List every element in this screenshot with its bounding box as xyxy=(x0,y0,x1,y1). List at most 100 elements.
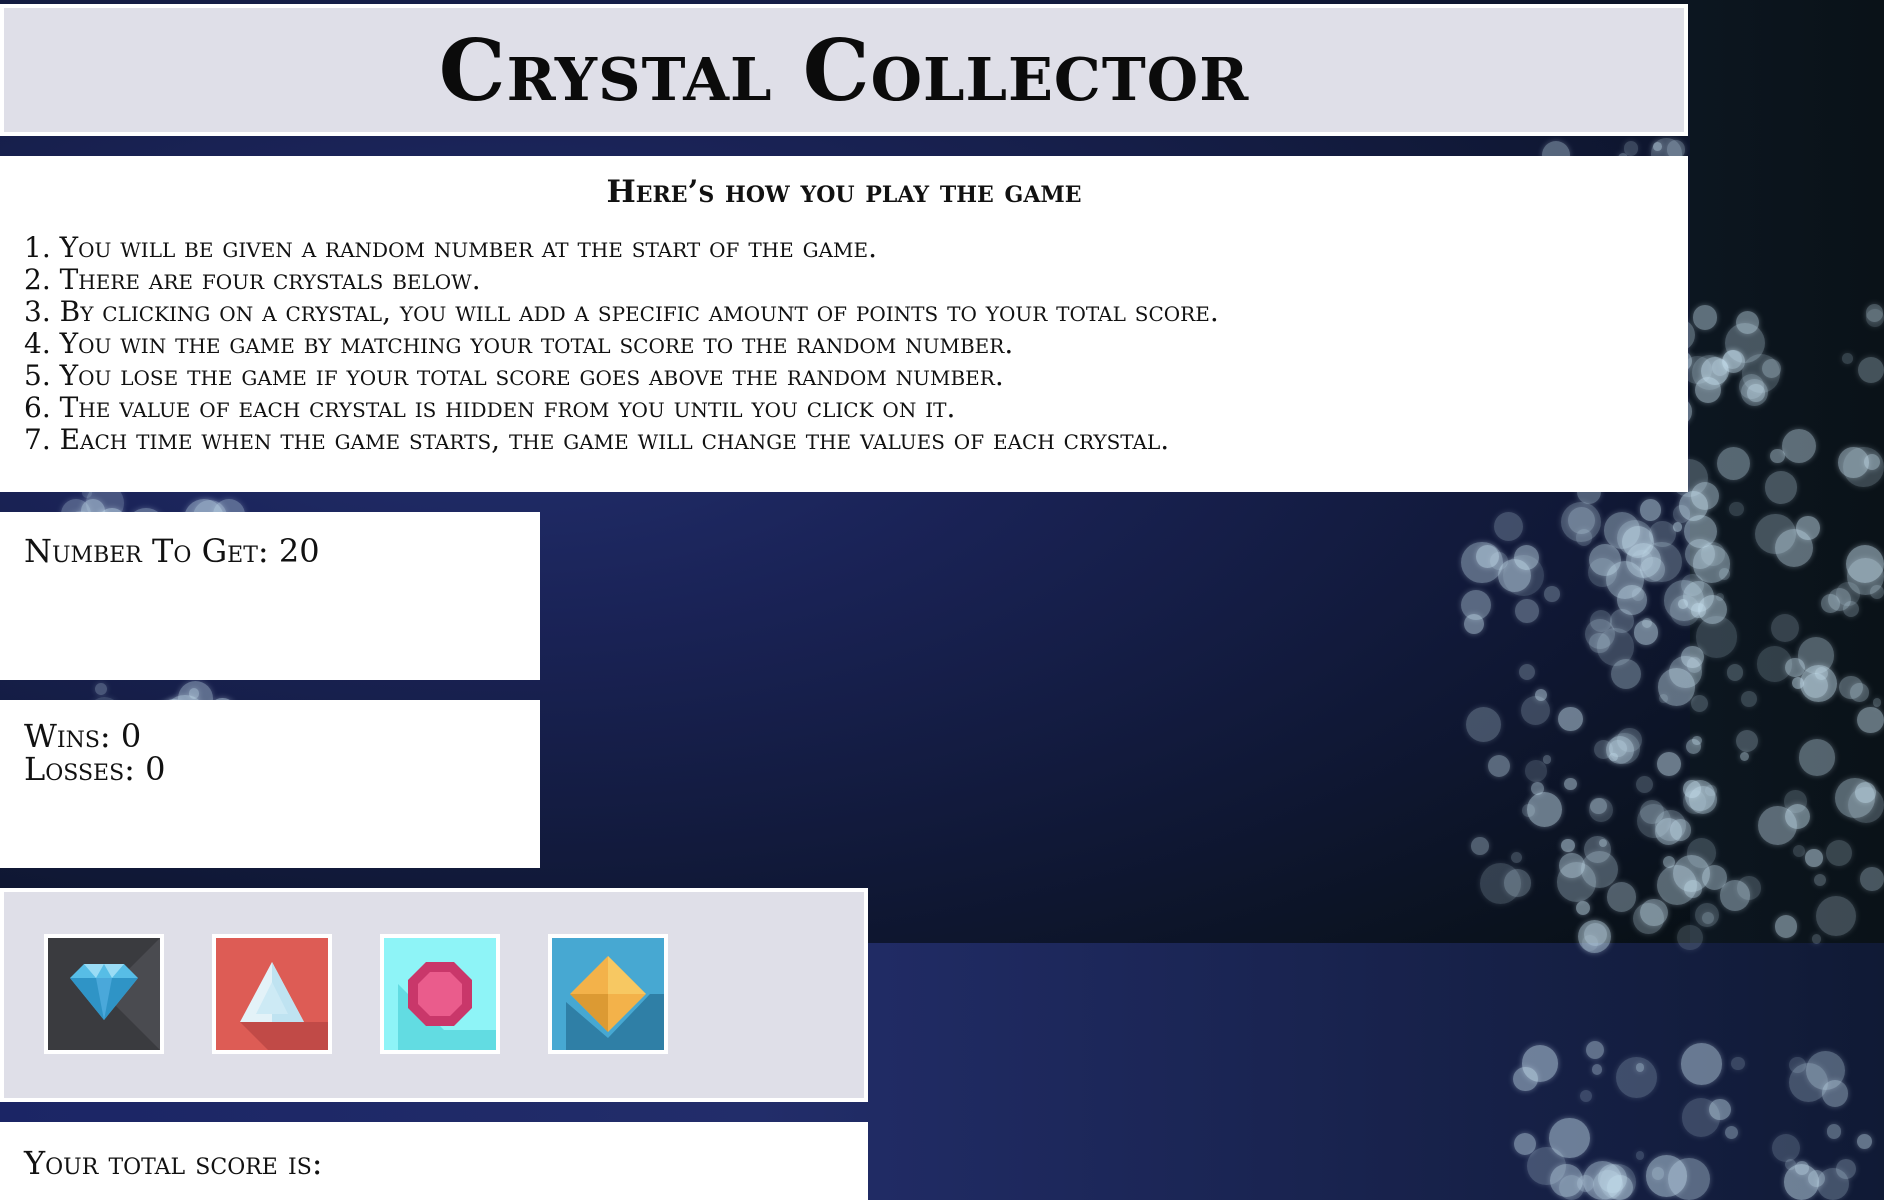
bokeh-particle xyxy=(1705,784,1717,797)
losses-row: Losses: 0 xyxy=(24,753,516,786)
target-number-panel: Number To Get: 20 xyxy=(0,512,540,680)
bokeh-particle xyxy=(1669,819,1692,841)
bokeh-particle xyxy=(1816,1168,1849,1200)
bokeh-particle xyxy=(1548,1117,1590,1159)
bokeh-particle xyxy=(1825,839,1853,866)
bokeh-particle xyxy=(1774,914,1798,938)
page-title: Crystal Collector xyxy=(438,20,1250,120)
bokeh-particle xyxy=(1775,528,1814,567)
target-label: Number To Get: xyxy=(24,532,269,570)
bokeh-particle xyxy=(1860,867,1884,891)
crystals-panel xyxy=(0,888,868,1102)
losses-value: 0 xyxy=(145,750,166,788)
bokeh-particle xyxy=(1560,838,1575,853)
bokeh-particle xyxy=(1544,586,1560,602)
bokeh-particle xyxy=(1709,1098,1731,1121)
bokeh-particle xyxy=(1784,790,1807,813)
bokeh-particle xyxy=(1476,545,1499,568)
bokeh-particle xyxy=(1731,1056,1745,1071)
bokeh-particle xyxy=(1677,924,1703,951)
bokeh-particle xyxy=(1525,760,1547,782)
bokeh-particle xyxy=(1634,620,1659,645)
bokeh-particle xyxy=(1813,873,1827,886)
bokeh-particle xyxy=(1521,695,1551,725)
bokeh-particle xyxy=(1635,1151,1645,1160)
bokeh-particle xyxy=(1740,691,1757,707)
rule-item: 7. Each time when the game starts, the g… xyxy=(24,423,1170,456)
bokeh-particle xyxy=(1850,683,1869,702)
crystal-button-octagon[interactable] xyxy=(380,934,500,1054)
bokeh-particle xyxy=(1617,727,1642,752)
bokeh-particle xyxy=(1799,739,1836,776)
bokeh-particle xyxy=(1856,1134,1872,1150)
bokeh-particle xyxy=(1728,501,1744,517)
score-panel: Your total score is: xyxy=(0,1122,868,1200)
score-label: Your total score is: xyxy=(24,1144,323,1182)
bokeh-particle xyxy=(1690,694,1708,712)
bokeh-particle xyxy=(1691,603,1706,618)
bokeh-particle xyxy=(1847,786,1884,823)
yellow-rhombus-gem-icon xyxy=(566,956,664,1050)
bokeh-particle xyxy=(1521,803,1535,817)
bokeh-particle xyxy=(1764,471,1797,504)
bokeh-particle xyxy=(1865,309,1884,328)
bokeh-particle xyxy=(1635,775,1653,793)
bokeh-particle xyxy=(1615,1057,1657,1099)
bokeh-particle xyxy=(1668,1158,1710,1200)
bokeh-particle xyxy=(1582,934,1599,951)
rule-item: 1. You will be given a random number at … xyxy=(24,231,877,264)
bokeh-particle xyxy=(1873,698,1882,707)
bokeh-particle xyxy=(1558,706,1583,732)
bokeh-particle xyxy=(1841,353,1853,364)
crystal-button-rhombus[interactable] xyxy=(548,934,668,1054)
crystal-button-diamond[interactable] xyxy=(44,934,164,1054)
bokeh-particle xyxy=(1605,561,1644,600)
bokeh-particle xyxy=(1564,777,1577,791)
white-triangle-icon xyxy=(240,962,328,1050)
bokeh-particle xyxy=(1656,751,1681,776)
bokeh-particle xyxy=(1515,599,1539,624)
target-value: 20 xyxy=(278,532,320,570)
bokeh-particle xyxy=(1680,1043,1723,1085)
instructions-heading: Here’s how you play the game xyxy=(606,174,1082,210)
bokeh-particle xyxy=(1857,706,1884,734)
bokeh-particle xyxy=(1725,1125,1739,1139)
bokeh-particle xyxy=(1487,754,1510,778)
bokeh-particle xyxy=(1805,849,1823,867)
bokeh-particle xyxy=(1692,305,1717,330)
pink-octagon-gem-icon xyxy=(398,962,496,1050)
bokeh-particle xyxy=(1652,142,1662,151)
instructions-panel: Here’s how you play the game 1. You will… xyxy=(0,156,1688,492)
bokeh-particle xyxy=(1821,594,1841,614)
bokeh-particle xyxy=(1606,882,1637,912)
bokeh-particle xyxy=(1673,854,1711,892)
bokeh-particle xyxy=(1686,656,1703,673)
bokeh-particle xyxy=(1672,521,1683,532)
rule-item: 3. By clicking on a crystal, you will ad… xyxy=(24,295,1219,328)
bokeh-particle xyxy=(1494,511,1524,541)
bokeh-particle xyxy=(1826,1124,1841,1139)
bokeh-particle xyxy=(1696,616,1738,658)
bokeh-particle xyxy=(1657,668,1696,706)
bokeh-particle xyxy=(1847,558,1884,595)
header-panel: Crystal Collector xyxy=(0,4,1688,136)
bokeh-particle xyxy=(1802,672,1828,699)
bokeh-particle xyxy=(1598,838,1607,847)
crystal-button-triangle[interactable] xyxy=(212,934,332,1054)
bokeh-particle xyxy=(1471,837,1489,855)
rule-item: 5. You lose the game if your total score… xyxy=(24,359,1004,392)
rule-item: 6. The value of each crystal is hidden f… xyxy=(24,391,956,424)
blue-diamond-icon xyxy=(70,938,160,1050)
bokeh-particle xyxy=(1604,512,1641,549)
bokeh-particle xyxy=(1592,1169,1623,1200)
bokeh-particle xyxy=(1575,529,1593,546)
bokeh-particle xyxy=(95,682,108,695)
losses-label: Losses: xyxy=(24,750,135,788)
bokeh-particle xyxy=(1503,869,1532,897)
rule-item: 2. There are four crystals below. xyxy=(24,263,481,296)
bokeh-particle xyxy=(1735,310,1759,334)
wins-row: Wins: 0 xyxy=(24,720,516,753)
bokeh-particle xyxy=(1464,614,1485,634)
bokeh-particle xyxy=(1556,862,1597,902)
bokeh-particle xyxy=(1590,797,1607,814)
